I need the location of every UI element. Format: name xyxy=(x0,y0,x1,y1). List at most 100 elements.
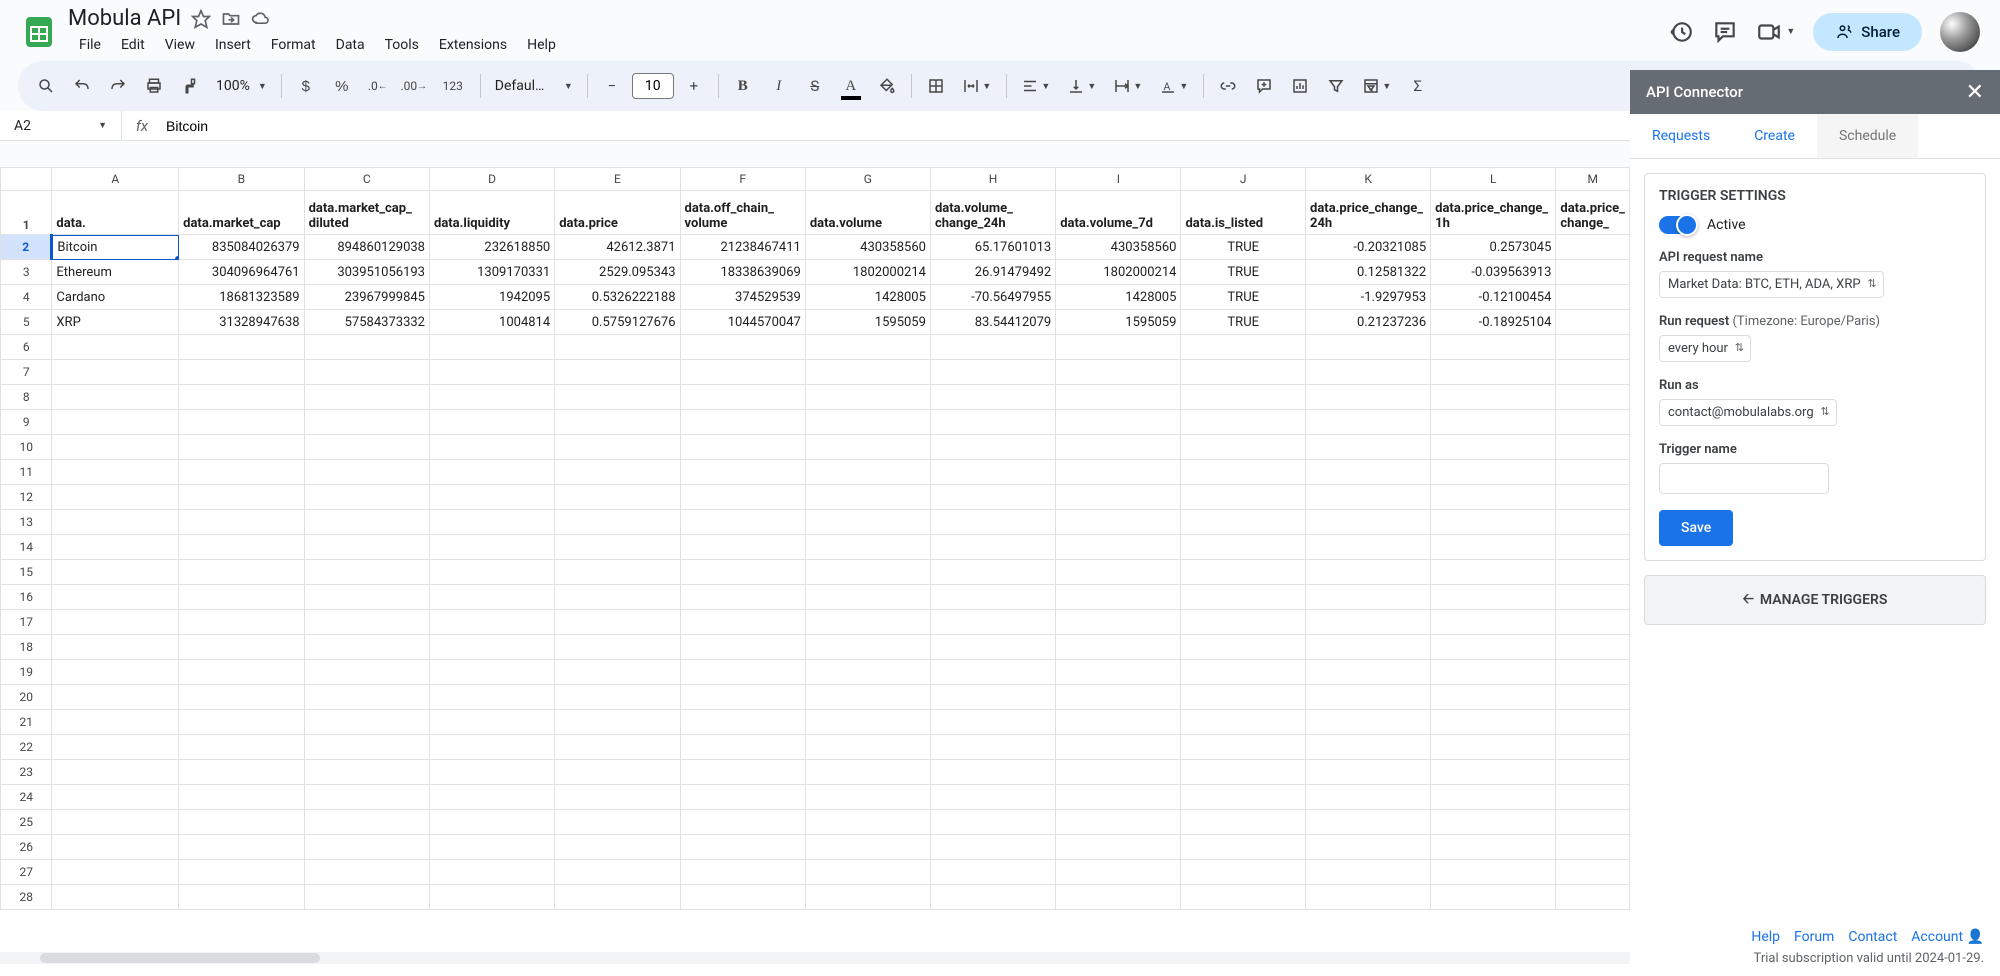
cell[interactable] xyxy=(930,660,1055,685)
cell[interactable] xyxy=(430,460,555,485)
cell[interactable] xyxy=(52,710,179,735)
cell[interactable] xyxy=(555,835,680,860)
cell[interactable]: -1.9297953 xyxy=(1306,285,1431,310)
cell[interactable] xyxy=(1556,485,1630,510)
name-box[interactable]: A2▼ xyxy=(0,111,122,140)
font-size-input[interactable] xyxy=(632,73,674,99)
spreadsheet-area[interactable]: ABCDEFGHIJKLM1data.data.market_capdata.m… xyxy=(0,167,1630,976)
cell[interactable] xyxy=(179,585,304,610)
active-toggle[interactable] xyxy=(1659,216,1697,234)
cell[interactable] xyxy=(1431,810,1556,835)
cell[interactable] xyxy=(1056,485,1181,510)
cell[interactable] xyxy=(1431,535,1556,560)
cell[interactable] xyxy=(1181,335,1306,360)
column-header[interactable]: G xyxy=(805,168,930,191)
cell[interactable] xyxy=(430,860,555,885)
cell[interactable]: 0.5326222188 xyxy=(555,285,680,310)
cell[interactable] xyxy=(430,385,555,410)
cell[interactable] xyxy=(179,385,304,410)
cell[interactable] xyxy=(304,810,429,835)
menu-help[interactable]: Help xyxy=(518,33,565,57)
cell[interactable] xyxy=(179,610,304,635)
cell[interactable] xyxy=(930,785,1055,810)
save-button[interactable]: Save xyxy=(1659,510,1733,546)
cell[interactable] xyxy=(1306,610,1431,635)
row-header[interactable]: 18 xyxy=(1,635,52,660)
cell[interactable] xyxy=(1556,235,1630,260)
link-account[interactable]: Account 👤 xyxy=(1911,929,1984,945)
menu-tools[interactable]: Tools xyxy=(376,33,428,57)
cell[interactable] xyxy=(304,410,429,435)
cell[interactable] xyxy=(680,635,805,660)
cell[interactable] xyxy=(430,885,555,910)
row-header[interactable]: 14 xyxy=(1,535,52,560)
cell[interactable] xyxy=(1306,885,1431,910)
cell[interactable] xyxy=(1056,710,1181,735)
search-icon[interactable] xyxy=(30,70,62,102)
v-align-icon[interactable]: ▼ xyxy=(1061,70,1103,102)
cell[interactable] xyxy=(1431,710,1556,735)
cell[interactable] xyxy=(1306,735,1431,760)
cell[interactable] xyxy=(1306,360,1431,385)
cell[interactable] xyxy=(555,860,680,885)
cell[interactable] xyxy=(430,435,555,460)
cell[interactable] xyxy=(680,510,805,535)
row-header[interactable]: 13 xyxy=(1,510,52,535)
filter-icon[interactable] xyxy=(1320,70,1352,102)
run-interval-select[interactable]: every hour xyxy=(1659,335,1751,362)
wrap-icon[interactable]: ▼ xyxy=(1107,70,1149,102)
link-forum[interactable]: Forum xyxy=(1794,929,1834,945)
cell[interactable]: -0.20321085 xyxy=(1306,235,1431,260)
cell[interactable] xyxy=(52,435,179,460)
cell[interactable] xyxy=(805,335,930,360)
cell[interactable] xyxy=(680,885,805,910)
cell[interactable] xyxy=(304,710,429,735)
cell[interactable] xyxy=(179,460,304,485)
header-cell[interactable]: data. xyxy=(52,191,179,235)
cell[interactable] xyxy=(1181,360,1306,385)
cell[interactable] xyxy=(1431,385,1556,410)
cell[interactable] xyxy=(805,385,930,410)
cell[interactable]: 1309170331 xyxy=(430,260,555,285)
cell[interactable] xyxy=(430,785,555,810)
cell[interactable] xyxy=(805,660,930,685)
cell[interactable] xyxy=(1556,660,1630,685)
cell[interactable] xyxy=(304,335,429,360)
cell[interactable] xyxy=(555,610,680,635)
cell[interactable]: -0.18925104 xyxy=(1431,310,1556,335)
manage-triggers-button[interactable]: 🡠 MANAGE TRIGGERS xyxy=(1644,575,1986,625)
cell[interactable] xyxy=(52,660,179,685)
cell[interactable] xyxy=(1556,810,1630,835)
request-name-select[interactable]: Market Data: BTC, ETH, ADA, XRP xyxy=(1659,271,1884,298)
comment-icon[interactable] xyxy=(1712,19,1738,45)
font-size-decrease-icon[interactable]: − xyxy=(596,70,628,102)
cell[interactable] xyxy=(179,435,304,460)
cell[interactable] xyxy=(1306,510,1431,535)
cell[interactable] xyxy=(1181,510,1306,535)
cell[interactable] xyxy=(805,560,930,585)
cell[interactable] xyxy=(680,810,805,835)
cell[interactable]: 1595059 xyxy=(1056,310,1181,335)
cell[interactable] xyxy=(1556,510,1630,535)
cell[interactable] xyxy=(304,735,429,760)
cell[interactable]: 303951056193 xyxy=(304,260,429,285)
cell[interactable] xyxy=(430,485,555,510)
cell[interactable]: 232618850 xyxy=(430,235,555,260)
cell[interactable] xyxy=(1556,885,1630,910)
cell[interactable] xyxy=(1181,385,1306,410)
cell[interactable] xyxy=(555,635,680,660)
row-header[interactable]: 16 xyxy=(1,585,52,610)
cell[interactable]: 1595059 xyxy=(805,310,930,335)
cell[interactable] xyxy=(1556,710,1630,735)
undo-icon[interactable] xyxy=(66,70,98,102)
cell[interactable] xyxy=(1306,585,1431,610)
cell[interactable] xyxy=(52,335,179,360)
cell[interactable] xyxy=(930,760,1055,785)
cell[interactable]: 1428005 xyxy=(1056,285,1181,310)
cell[interactable] xyxy=(805,710,930,735)
cell[interactable] xyxy=(680,660,805,685)
cell[interactable] xyxy=(1556,685,1630,710)
cell[interactable] xyxy=(430,535,555,560)
column-header[interactable]: M xyxy=(1556,168,1630,191)
cloud-icon[interactable] xyxy=(251,9,271,29)
